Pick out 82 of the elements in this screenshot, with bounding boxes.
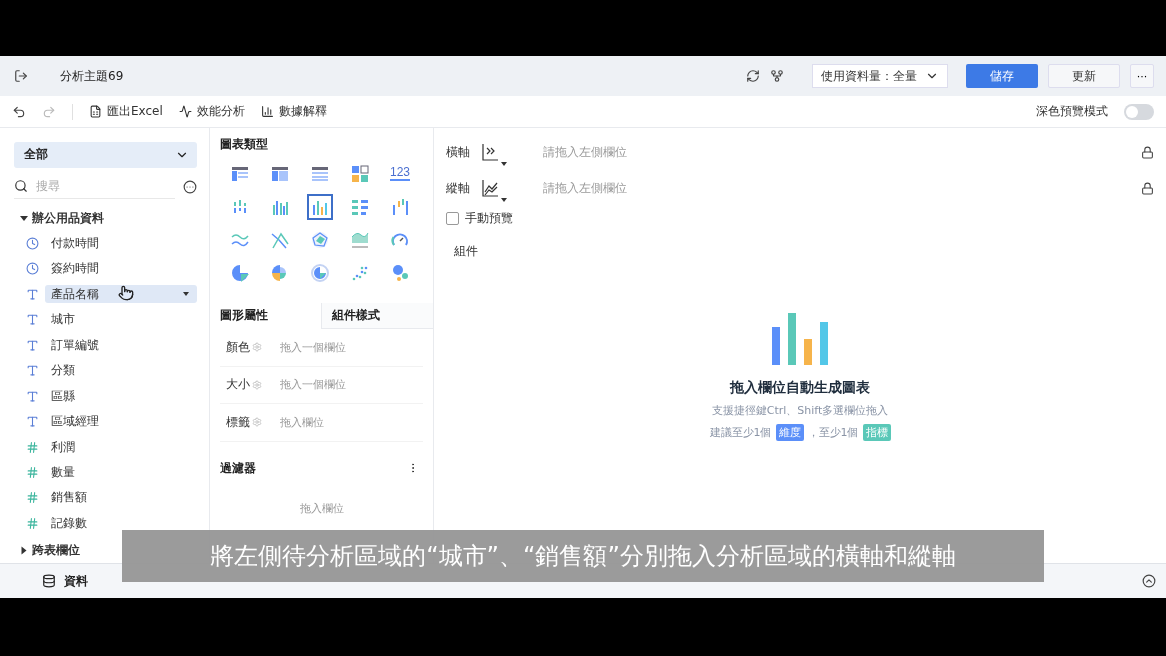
property-tab[interactable]: 組件樣式 — [321, 303, 433, 329]
property-label: 顏色 — [226, 338, 250, 356]
text-type-icon — [26, 338, 39, 352]
hash-icon — [26, 516, 39, 530]
section-title: 圖表類型 — [220, 136, 269, 153]
database-icon — [42, 574, 56, 588]
collapse-button[interactable] — [1142, 574, 1156, 588]
more-button[interactable]: ··· — [1130, 64, 1154, 88]
axis-label: 橫軸 — [446, 143, 471, 161]
toolbar-button[interactable]: 匯出Excel — [89, 103, 163, 120]
field-type-tag: 指標 — [862, 423, 891, 441]
field-item[interactable]: 分類 — [45, 361, 197, 380]
analysis-title: 分析主題69 — [60, 67, 125, 85]
component-label: 組件 — [454, 243, 479, 260]
axis-label: 縱軸 — [446, 179, 471, 197]
clock-icon — [26, 262, 39, 276]
more-options-button[interactable] — [183, 179, 197, 194]
data-amount-select[interactable]: 使用資料量：全量 — [812, 64, 948, 88]
gear-icon — [252, 417, 262, 428]
property-label: 標籤 — [226, 413, 250, 431]
hand-cursor-icon — [118, 284, 134, 301]
toolbar-button[interactable]: 數據解釋 — [260, 103, 327, 120]
search-icon — [14, 179, 28, 194]
chart-type-icon — [310, 229, 330, 250]
clock-icon — [26, 237, 39, 251]
pulse-icon — [178, 105, 192, 118]
manual-preview-checkbox[interactable]: 手動預覽 — [446, 210, 1154, 227]
refresh-button[interactable] — [746, 69, 760, 83]
field-item[interactable]: 區域經理 — [45, 412, 197, 431]
empty-state-title: 拖入欄位自動生成圖表 — [730, 378, 870, 397]
field-item[interactable]: 銷售額 — [45, 488, 197, 507]
text-type-icon — [26, 287, 39, 301]
bar-chart-icon — [260, 105, 274, 118]
chart-type-icon — [350, 163, 370, 184]
section-title: 過濾器 — [220, 459, 256, 477]
advice-text: ，至少1個 — [807, 424, 859, 440]
field-item[interactable]: 記錄數 — [45, 514, 197, 533]
chart-type-icon — [390, 262, 410, 283]
property-label: 大小 — [226, 376, 250, 394]
chart-type-icon — [230, 262, 250, 283]
field-item[interactable]: 城市 — [45, 310, 197, 329]
field-item[interactable]: 訂單編號 — [45, 336, 197, 355]
text-type-icon — [26, 364, 39, 378]
scope-dropdown[interactable]: 全部 — [14, 142, 197, 168]
exit-button[interactable] — [14, 69, 28, 83]
field-type-tag: 維度 — [775, 423, 804, 441]
text-type-icon — [26, 313, 39, 327]
field-item[interactable]: 數量 — [45, 463, 197, 482]
dark-preview-toggle[interactable] — [1124, 103, 1154, 120]
field-item[interactable]: 區縣 — [45, 387, 197, 406]
gear-icon — [252, 342, 262, 353]
advice-text: 建議至少1個 — [709, 424, 772, 440]
text-type-icon — [26, 415, 39, 429]
update-button[interactable]: 更新 — [1048, 64, 1120, 88]
save-button[interactable]: 儲存 — [966, 64, 1038, 88]
hash-icon — [26, 465, 39, 479]
field-item[interactable]: 簽約時間 — [45, 259, 197, 278]
spreadsheet-icon — [89, 105, 102, 118]
lock-icon[interactable] — [1141, 181, 1154, 195]
undo-button[interactable] — [12, 104, 26, 119]
dark-preview-label: 深色預覽模式 — [1036, 103, 1108, 120]
field-item[interactable]: 付款時間 — [45, 234, 197, 253]
redo-button[interactable] — [42, 104, 56, 119]
toolbar-button[interactable]: 效能分析 — [178, 103, 245, 120]
field-item[interactable]: 利潤 — [45, 438, 197, 457]
share-button[interactable] — [770, 69, 784, 83]
chart-type-icon — [390, 196, 410, 217]
field-item[interactable]: 產品名稱 — [45, 285, 197, 304]
hash-icon — [26, 491, 39, 505]
chart-type-button[interactable]: 123 — [380, 157, 420, 190]
empty-state-hint: 支援捷徑鍵Ctrl、Shift多選欄位拖入 — [711, 402, 889, 418]
hash-icon — [26, 440, 39, 454]
video-subtitle: 將左側待分析區域的“城市”、“銷售額”分別拖入分析區域的橫軸和縱軸 — [122, 530, 1044, 582]
field-group[interactable]: 跨表欄位 — [14, 538, 80, 563]
search-field[interactable]: 搜尋 — [34, 178, 134, 195]
lock-icon[interactable] — [1141, 145, 1154, 159]
gear-icon — [252, 379, 262, 390]
field-group[interactable]: 辦公用品資料 — [14, 205, 104, 231]
bar-chart-drawing — [770, 312, 830, 365]
chart-type-icon — [310, 262, 330, 283]
data-tab[interactable]: 資料 — [42, 572, 88, 590]
text-type-icon — [26, 389, 39, 403]
